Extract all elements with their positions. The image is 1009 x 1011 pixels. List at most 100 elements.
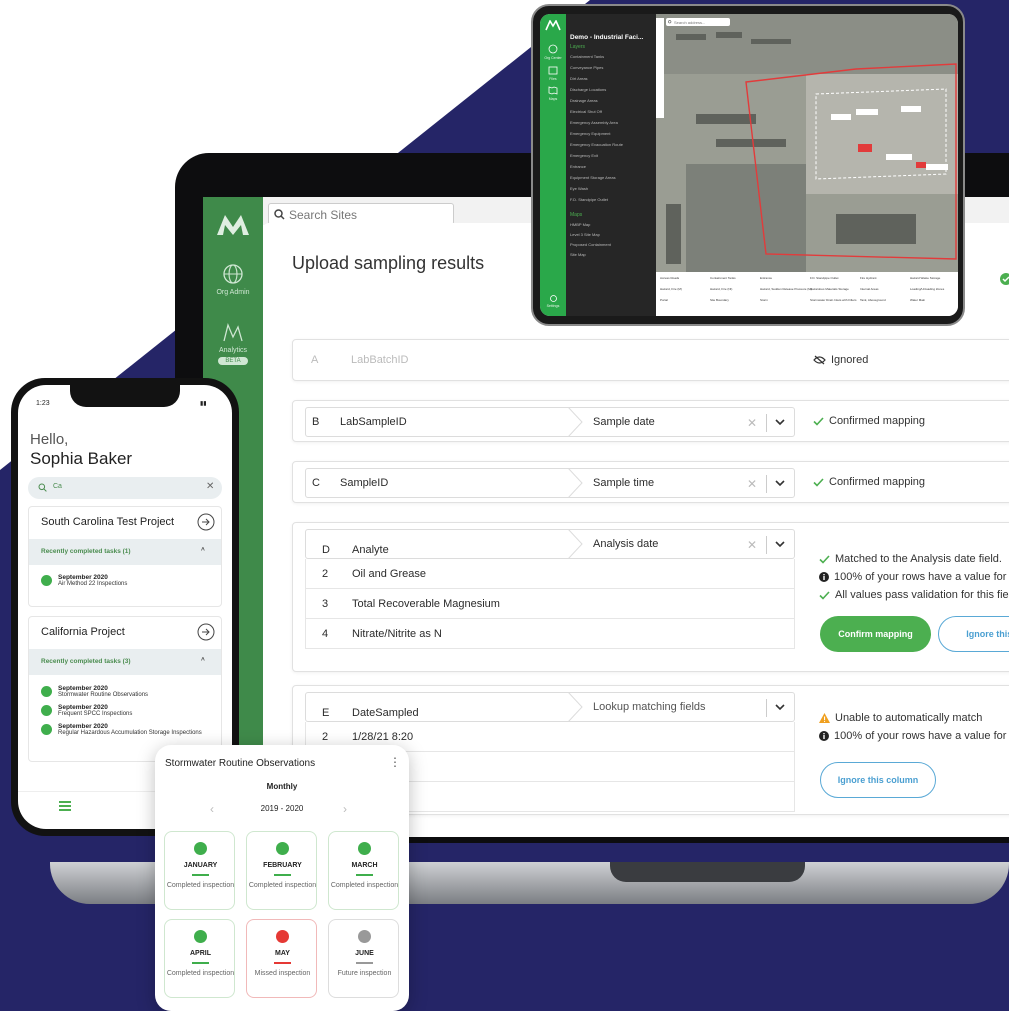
map-item[interactable]: Site Map [570,252,586,257]
rail-item-settings[interactable]: Settings [540,294,566,308]
beta-badge: BETA [218,357,248,365]
inspection-status: Future inspection [337,970,392,977]
target-field: Lookup matching fields [593,701,706,713]
layer-item[interactable]: Entrance [570,164,586,169]
rail-item-maps[interactable]: Maps [540,86,566,101]
tablet-screen: Org Center Files Maps Settings Demo - In… [540,14,958,316]
month-tile[interactable]: JANUARY Completed inspection [164,831,235,910]
layer-item[interactable]: Eye Wash [570,186,588,191]
map-item[interactable]: Proposed Containment [570,242,611,247]
task-item[interactable]: September 2020 Stormwater Routine Observa… [41,685,148,699]
month-name: JUNE [355,950,374,957]
rail-item-org-center[interactable]: Org Center [540,44,566,60]
layer-item[interactable]: Containment Tanks [570,54,604,59]
sidebar-item-analytics[interactable]: Analytics BETA [203,321,263,365]
chevron-down-icon[interactable] [774,476,786,490]
ignore-column-button[interactable]: Ignore this c [938,616,1009,652]
divider [766,475,767,493]
clear-icon[interactable]: ✕ [747,416,757,430]
row-letter: D [322,544,330,556]
row-letter: A [311,354,319,366]
task-item[interactable]: September 2020 Air Method 22 Inspections [41,574,127,588]
chevron-down-icon[interactable] [774,700,786,714]
mapping-select[interactable]: B LabSampleID Sample date ✕ [305,407,795,437]
layer-item[interactable]: Emergency Assembly Area [570,120,618,125]
layer-item[interactable]: Drainage Areas [570,98,598,103]
legend-item: Water Main [910,298,926,302]
site-map[interactable]: Search address... [656,14,958,272]
clear-icon[interactable]: ✕ [747,477,757,491]
row-letter: E [322,707,330,719]
month-name: APRIL [190,950,211,957]
info-icon [819,572,829,582]
task-item[interactable]: September 2020 Frequent SPCC Inspections [41,704,132,718]
globe-icon [548,44,558,54]
project-header[interactable]: California Project [29,617,221,649]
chevron-down-icon[interactable] [774,537,786,551]
layer-item[interactable]: F.D. Standpipe Outlet [570,197,608,202]
arrow-circle-right-icon[interactable] [197,513,215,531]
arrow-circle-right-icon[interactable] [197,623,215,641]
layer-item[interactable]: Emergency Evacuation Route [570,142,623,147]
project-search-input[interactable]: Ca ✕ [28,477,222,499]
sample-value-row: 2 Oil and Grease [305,559,795,589]
project-header[interactable]: South Carolina Test Project [29,507,221,539]
sidebar-item-org-admin[interactable]: Org Admin [203,263,263,296]
site-title: Demo - Industrial Faci... [570,34,644,41]
info-icon [819,731,829,741]
chevron-down-icon[interactable] [774,415,786,429]
clear-icon[interactable]: ✕ [747,538,757,552]
greeting: Hello, [30,431,69,448]
search-input[interactable]: Search Sites [268,203,454,225]
layer-item[interactable]: Emergency Exit [570,153,598,158]
mapping-select[interactable]: C SampleID Sample time ✕ [305,468,795,498]
layer-item[interactable]: Equipment Storage Areas [570,175,616,180]
legend-item: Tank, Aboveground [860,298,886,302]
month-tile[interactable]: MAY Missed inspection [246,919,317,998]
map-item[interactable]: HMBP Map [570,222,590,227]
layer-item[interactable]: Emergency Equipment [570,131,610,136]
status-ignored: Ignored [813,354,868,366]
inspection-status: Completed inspection [248,882,317,889]
check-circle-icon [41,575,52,586]
status-underline [192,962,209,964]
layer-item[interactable]: Discharge Locations [570,87,606,92]
tasks-tab-icon[interactable] [58,800,72,812]
map-search-input[interactable]: Search address... [666,18,730,26]
month-tile[interactable]: FEBRUARY Completed inspection [246,831,317,910]
completed-tasks-toggle[interactable]: Recently completed tasks (1) ˄ [29,539,221,565]
check-circle-icon [41,686,52,697]
arrow-separator [568,529,583,559]
month-tile[interactable]: JUNE Future inspection [328,919,399,998]
project-card: California Project Recently completed ta… [28,616,222,762]
month-tile[interactable]: APRIL Completed inspection [164,919,235,998]
match-message: Matched to the Analysis date field. [819,553,1002,565]
next-period-button[interactable]: › [343,802,347,816]
check-circle-icon [1000,273,1009,285]
month-tile[interactable]: MARCH Completed inspection [328,831,399,910]
map-tool-rail [656,18,664,118]
clear-icon[interactable]: ✕ [206,481,214,492]
more-options-icon[interactable]: ⋮ [389,755,401,769]
warning-message: Unable to automatically match [819,712,982,724]
check-icon [819,591,830,600]
map-item[interactable]: Level 3 Site Map [570,232,600,237]
legend-item: Containment Tanks [710,276,736,280]
layer-item[interactable]: Dirt Areas [570,76,588,81]
layer-item[interactable]: Electrical Shut Off [570,109,602,114]
completed-tasks-toggle[interactable]: Recently completed tasks (3) ˄ [29,649,221,675]
task-item[interactable]: September 2020 Regular Hazardous Accumula… [41,723,211,737]
map-legend: Access Roads Containment Tanks Entrance F.D… [656,272,958,316]
month-name: MAY [275,950,290,957]
month-name: FEBRUARY [263,862,302,869]
mapping-select[interactable]: D Analyte Analysis date ✕ [305,529,795,559]
layer-item[interactable]: Conveyance Pipes [570,65,603,70]
row-letter: B [312,416,320,428]
confirm-mapping-button[interactable]: Confirm mapping [820,616,931,652]
mapping-row-c: C SampleID Sample time ✕ Confirmed mappi… [292,461,1009,503]
mapping-select[interactable]: E DateSampled Lookup matching fields [305,692,795,722]
rail-item-files[interactable]: Files [540,66,566,81]
inspection-status: Completed inspection [166,882,235,889]
legend-item: Stormwater Drain Inlets with Filters [810,298,857,302]
ignore-column-button[interactable]: Ignore this column [820,762,936,798]
